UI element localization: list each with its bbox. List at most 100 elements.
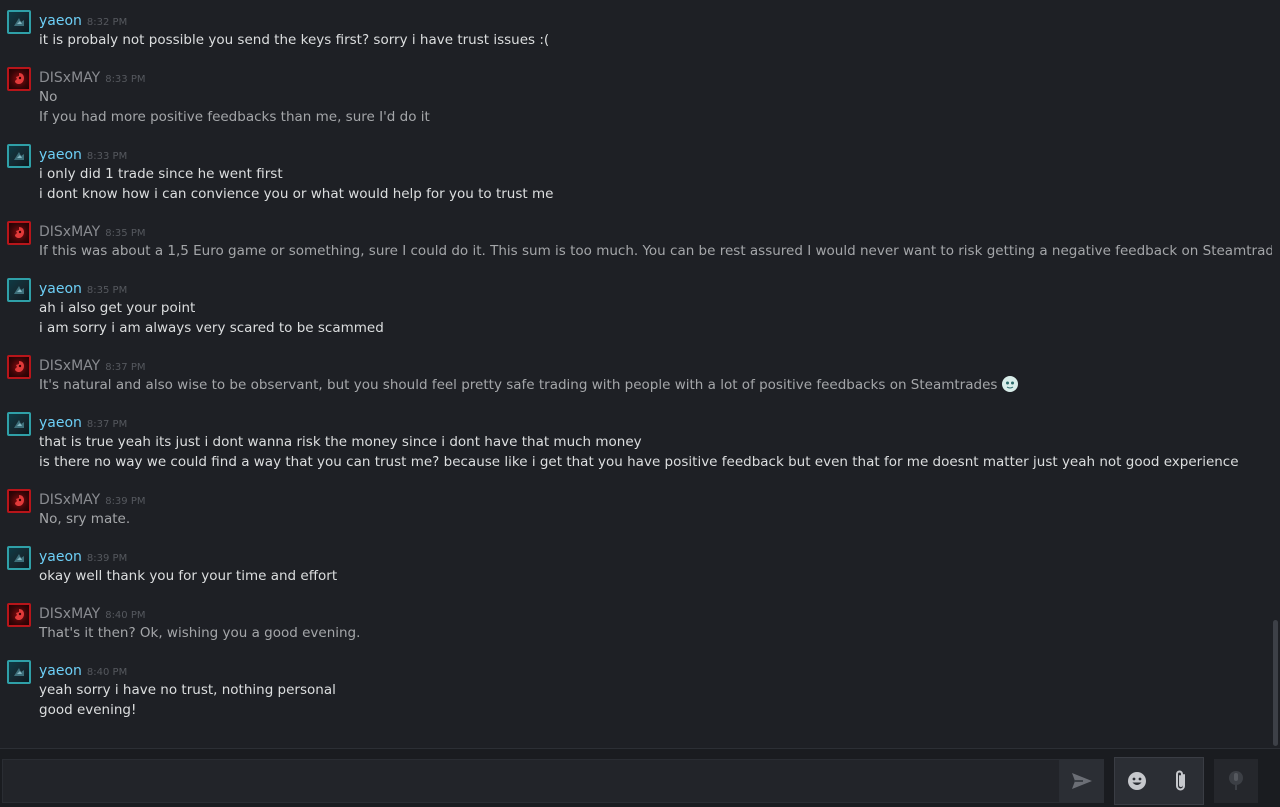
message-text-content: that is true yeah its just i dont wanna … — [39, 434, 642, 450]
message-timestamp: 8:35 PM — [86, 285, 128, 296]
chat-message-group: yaeon 8:33 PM i only did 1 trade since he … — [0, 144, 1272, 204]
message-timestamp: 8:33 PM — [105, 74, 146, 85]
chat-entry-bar — [0, 748, 1280, 807]
message-text-content: is there no way we could find a way that… — [39, 454, 1239, 470]
message-header: yaeon 8:39 PM — [39, 546, 1272, 566]
sender-name[interactable]: yaeon — [39, 281, 82, 297]
message-header: DISxMAY 8:35 PM — [39, 221, 1272, 241]
message-text: that is true yeah its just i dont wanna … — [39, 432, 1272, 452]
message-header: DISxMAY 8:39 PM — [39, 489, 1272, 509]
voice-button[interactable] — [1214, 759, 1258, 803]
avatar[interactable] — [7, 67, 31, 91]
message-timestamp: 8:37 PM — [105, 362, 146, 373]
message-header: yaeon 8:32 PM — [39, 10, 1272, 30]
scrollbar-thumb[interactable] — [1273, 620, 1278, 746]
message-text: i am sorry i am always very scared to be… — [39, 318, 1272, 338]
message-timestamp: 8:39 PM — [105, 496, 146, 507]
message-timestamp: 8:37 PM — [86, 419, 128, 430]
attach-button[interactable] — [1160, 759, 1202, 803]
message-text-content: yeah sorry i have no trust, nothing pers… — [39, 682, 336, 698]
message-timestamp: 8:32 PM — [86, 17, 128, 28]
chat-message-group: yaeon 8:35 PM ah i also get your point i am… — [0, 278, 1272, 338]
emoticon-button[interactable] — [1116, 759, 1158, 803]
ghost-emoticon-icon — [1001, 375, 1019, 393]
message-text: good evening! — [39, 700, 1272, 720]
message-text-content: It's natural and also wise to be observa… — [39, 377, 998, 393]
message-text-content: If you had more positive feedbacks than … — [39, 109, 430, 125]
chat-message-group: yaeon 8:39 PM okay well thank you for your… — [0, 546, 1272, 586]
message-text: i dont know how i can convience you or w… — [39, 184, 1272, 204]
message-timestamp: 8:33 PM — [86, 151, 128, 162]
sender-name[interactable]: yaeon — [39, 147, 82, 163]
avatar[interactable] — [7, 546, 31, 570]
message-text: No — [39, 87, 1272, 107]
message-header: yaeon 8:40 PM — [39, 660, 1272, 680]
sender-name[interactable]: yaeon — [39, 549, 82, 565]
message-text: okay well thank you for your time and ef… — [39, 566, 1272, 586]
sender-name[interactable]: yaeon — [39, 13, 82, 29]
message-text-content: ah i also get your point — [39, 300, 196, 316]
message-text-content: i dont know how i can convience you or w… — [39, 186, 554, 202]
sender-name[interactable]: DISxMAY — [39, 224, 100, 240]
emoticon-icon — [1128, 772, 1146, 790]
sender-name[interactable]: yaeon — [39, 663, 82, 679]
microphone-icon — [1229, 771, 1243, 790]
chat-message-input[interactable] — [2, 759, 1060, 803]
message-header: yaeon 8:35 PM — [39, 278, 1272, 298]
message-text: It's natural and also wise to be observa… — [39, 375, 1272, 395]
paperclip-icon — [1176, 770, 1185, 791]
chat-message-group: yaeon 8:40 PM yeah sorry i have no trust, … — [0, 660, 1272, 720]
message-text-content: That's it then? Ok, wishing you a good e… — [39, 625, 361, 641]
sender-name[interactable]: DISxMAY — [39, 606, 100, 622]
send-icon — [1072, 773, 1092, 789]
chat-message-group: DISxMAY 8:37 PM It's natural and also wise… — [0, 355, 1272, 395]
avatar[interactable] — [7, 10, 31, 34]
message-text-content: okay well thank you for your time and ef… — [39, 568, 338, 584]
chat-message-group: yaeon 8:37 PM that is true yeah its just i… — [0, 412, 1272, 472]
message-timestamp: 8:40 PM — [105, 610, 146, 621]
sender-name[interactable]: DISxMAY — [39, 358, 100, 374]
sender-name[interactable]: DISxMAY — [39, 492, 100, 508]
avatar[interactable] — [7, 144, 31, 168]
message-text: it is probaly not possible you send the … — [39, 30, 1272, 50]
sender-name[interactable]: DISxMAY — [39, 70, 100, 86]
message-timestamp: 8:40 PM — [86, 667, 128, 678]
message-timestamp: 8:39 PM — [86, 553, 128, 564]
message-text: No, sry mate. — [39, 509, 1272, 529]
chat-message-group: DISxMAY 8:40 PM That's it then? Ok, wishin… — [0, 603, 1272, 643]
message-header: DISxMAY 8:40 PM — [39, 603, 1272, 623]
avatar[interactable] — [7, 278, 31, 302]
chat-log: yaeon 8:32 PM it is probaly not possible y… — [0, 0, 1272, 748]
message-header: yaeon 8:37 PM — [39, 412, 1272, 432]
chat-message-group: DISxMAY 8:33 PM No If you had more positive… — [0, 67, 1272, 127]
message-text: If this was about a 1,5 Euro game or som… — [39, 241, 1272, 261]
message-text: yeah sorry i have no trust, nothing pers… — [39, 680, 1272, 700]
message-text-content: If this was about a 1,5 Euro game or som… — [39, 243, 1272, 259]
sender-name[interactable]: yaeon — [39, 415, 82, 431]
chat-message-group: DISxMAY 8:35 PM If this was about a 1,5 Eu… — [0, 221, 1272, 261]
avatar[interactable] — [7, 603, 31, 627]
message-text: If you had more positive feedbacks than … — [39, 107, 1272, 127]
message-text-content: good evening! — [39, 702, 137, 718]
avatar[interactable] — [7, 660, 31, 684]
message-text: That's it then? Ok, wishing you a good e… — [39, 623, 1272, 643]
message-text-content: No — [39, 89, 58, 105]
avatar[interactable] — [7, 355, 31, 379]
send-button[interactable] — [1060, 759, 1104, 803]
avatar[interactable] — [7, 489, 31, 513]
message-text-content: i only did 1 trade since he went first — [39, 166, 283, 182]
message-header: DISxMAY 8:37 PM — [39, 355, 1272, 375]
avatar[interactable] — [7, 412, 31, 436]
message-text: i only did 1 trade since he went first — [39, 164, 1272, 184]
message-text-content: i am sorry i am always very scared to be… — [39, 320, 384, 336]
chat-message-group: DISxMAY 8:39 PM No, sry mate. — [0, 489, 1272, 529]
chat-message-group: yaeon 8:32 PM it is probaly not possible y… — [0, 10, 1272, 50]
avatar[interactable] — [7, 221, 31, 245]
message-text-content: No, sry mate. — [39, 511, 131, 527]
message-header: yaeon 8:33 PM — [39, 144, 1272, 164]
message-text: ah i also get your point — [39, 298, 1272, 318]
message-text-content: it is probaly not possible you send the … — [39, 32, 550, 48]
message-header: DISxMAY 8:33 PM — [39, 67, 1272, 87]
chat-scrollbar[interactable] — [1272, 0, 1280, 748]
message-timestamp: 8:35 PM — [105, 228, 146, 239]
